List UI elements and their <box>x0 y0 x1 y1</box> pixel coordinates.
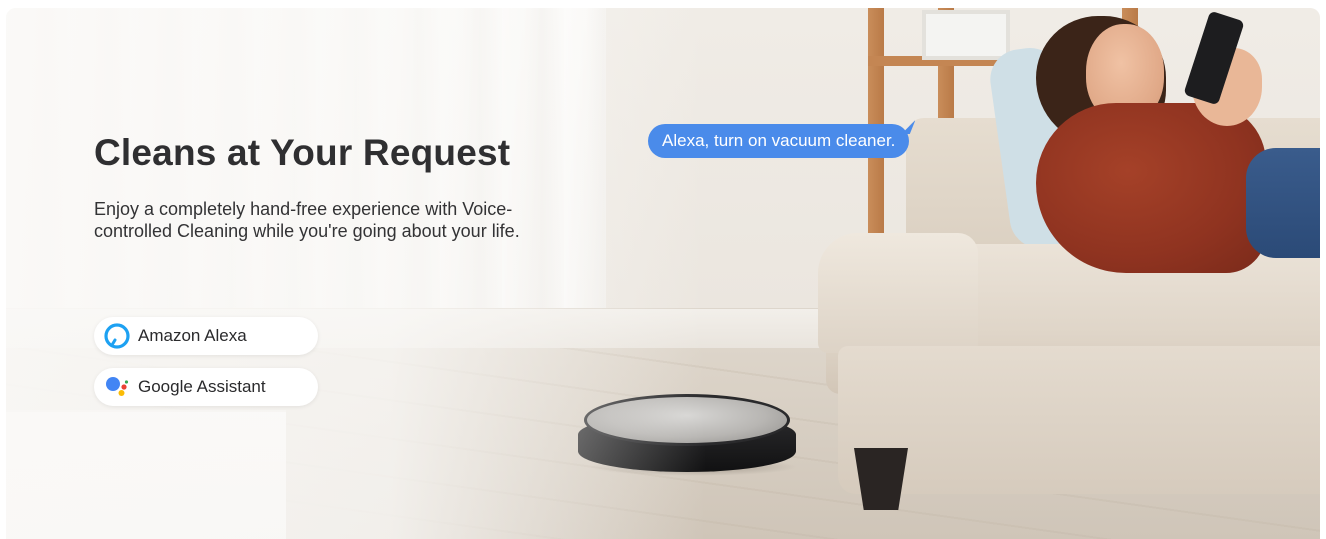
woman-sweater <box>1036 103 1266 273</box>
text-overlay-fade <box>6 8 706 539</box>
banner-description: Enjoy a completely hand-free experience … <box>94 199 520 241</box>
voice-command-bubble: Alexa, turn on vacuum cleaner. <box>648 120 916 158</box>
banner-headline: Cleans at Your Request <box>94 132 511 173</box>
sofa-arm <box>818 233 978 353</box>
google-assistant-icon <box>104 374 130 400</box>
sofa-base <box>838 346 1320 494</box>
picture-frame <box>922 10 1010 60</box>
amazon-alexa-badge: Amazon Alexa <box>94 317 318 355</box>
amazon-alexa-label: Amazon Alexa <box>138 326 247 345</box>
voice-control-banner <box>6 8 1320 539</box>
woman-jeans <box>1246 148 1320 258</box>
voice-command-text: Alexa, turn on vacuum cleaner. <box>662 131 896 150</box>
amazon-alexa-icon <box>104 323 130 349</box>
google-assistant-badge: Google Assistant <box>94 368 318 406</box>
google-assistant-label: Google Assistant <box>138 377 266 396</box>
